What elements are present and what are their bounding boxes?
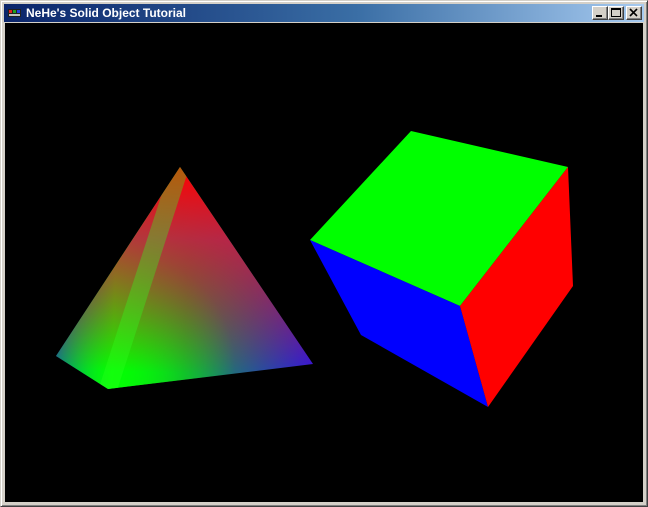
opengl-app-icon xyxy=(8,9,21,17)
cube-shape xyxy=(310,131,573,407)
scene-canvas xyxy=(56,131,573,407)
opengl-viewport[interactable] xyxy=(5,23,643,502)
close-icon xyxy=(629,8,638,17)
maximize-icon xyxy=(611,8,621,17)
minimize-button[interactable] xyxy=(592,6,608,20)
pyramid-shape xyxy=(56,167,313,389)
window-title: NeHe's Solid Object Tutorial xyxy=(26,6,186,20)
maximize-button[interactable] xyxy=(608,6,624,20)
app-window: NeHe's Solid Object Tutorial xyxy=(0,0,648,507)
minimize-icon xyxy=(596,15,602,17)
title-bar[interactable]: NeHe's Solid Object Tutorial xyxy=(4,4,644,22)
close-button[interactable] xyxy=(626,6,642,20)
